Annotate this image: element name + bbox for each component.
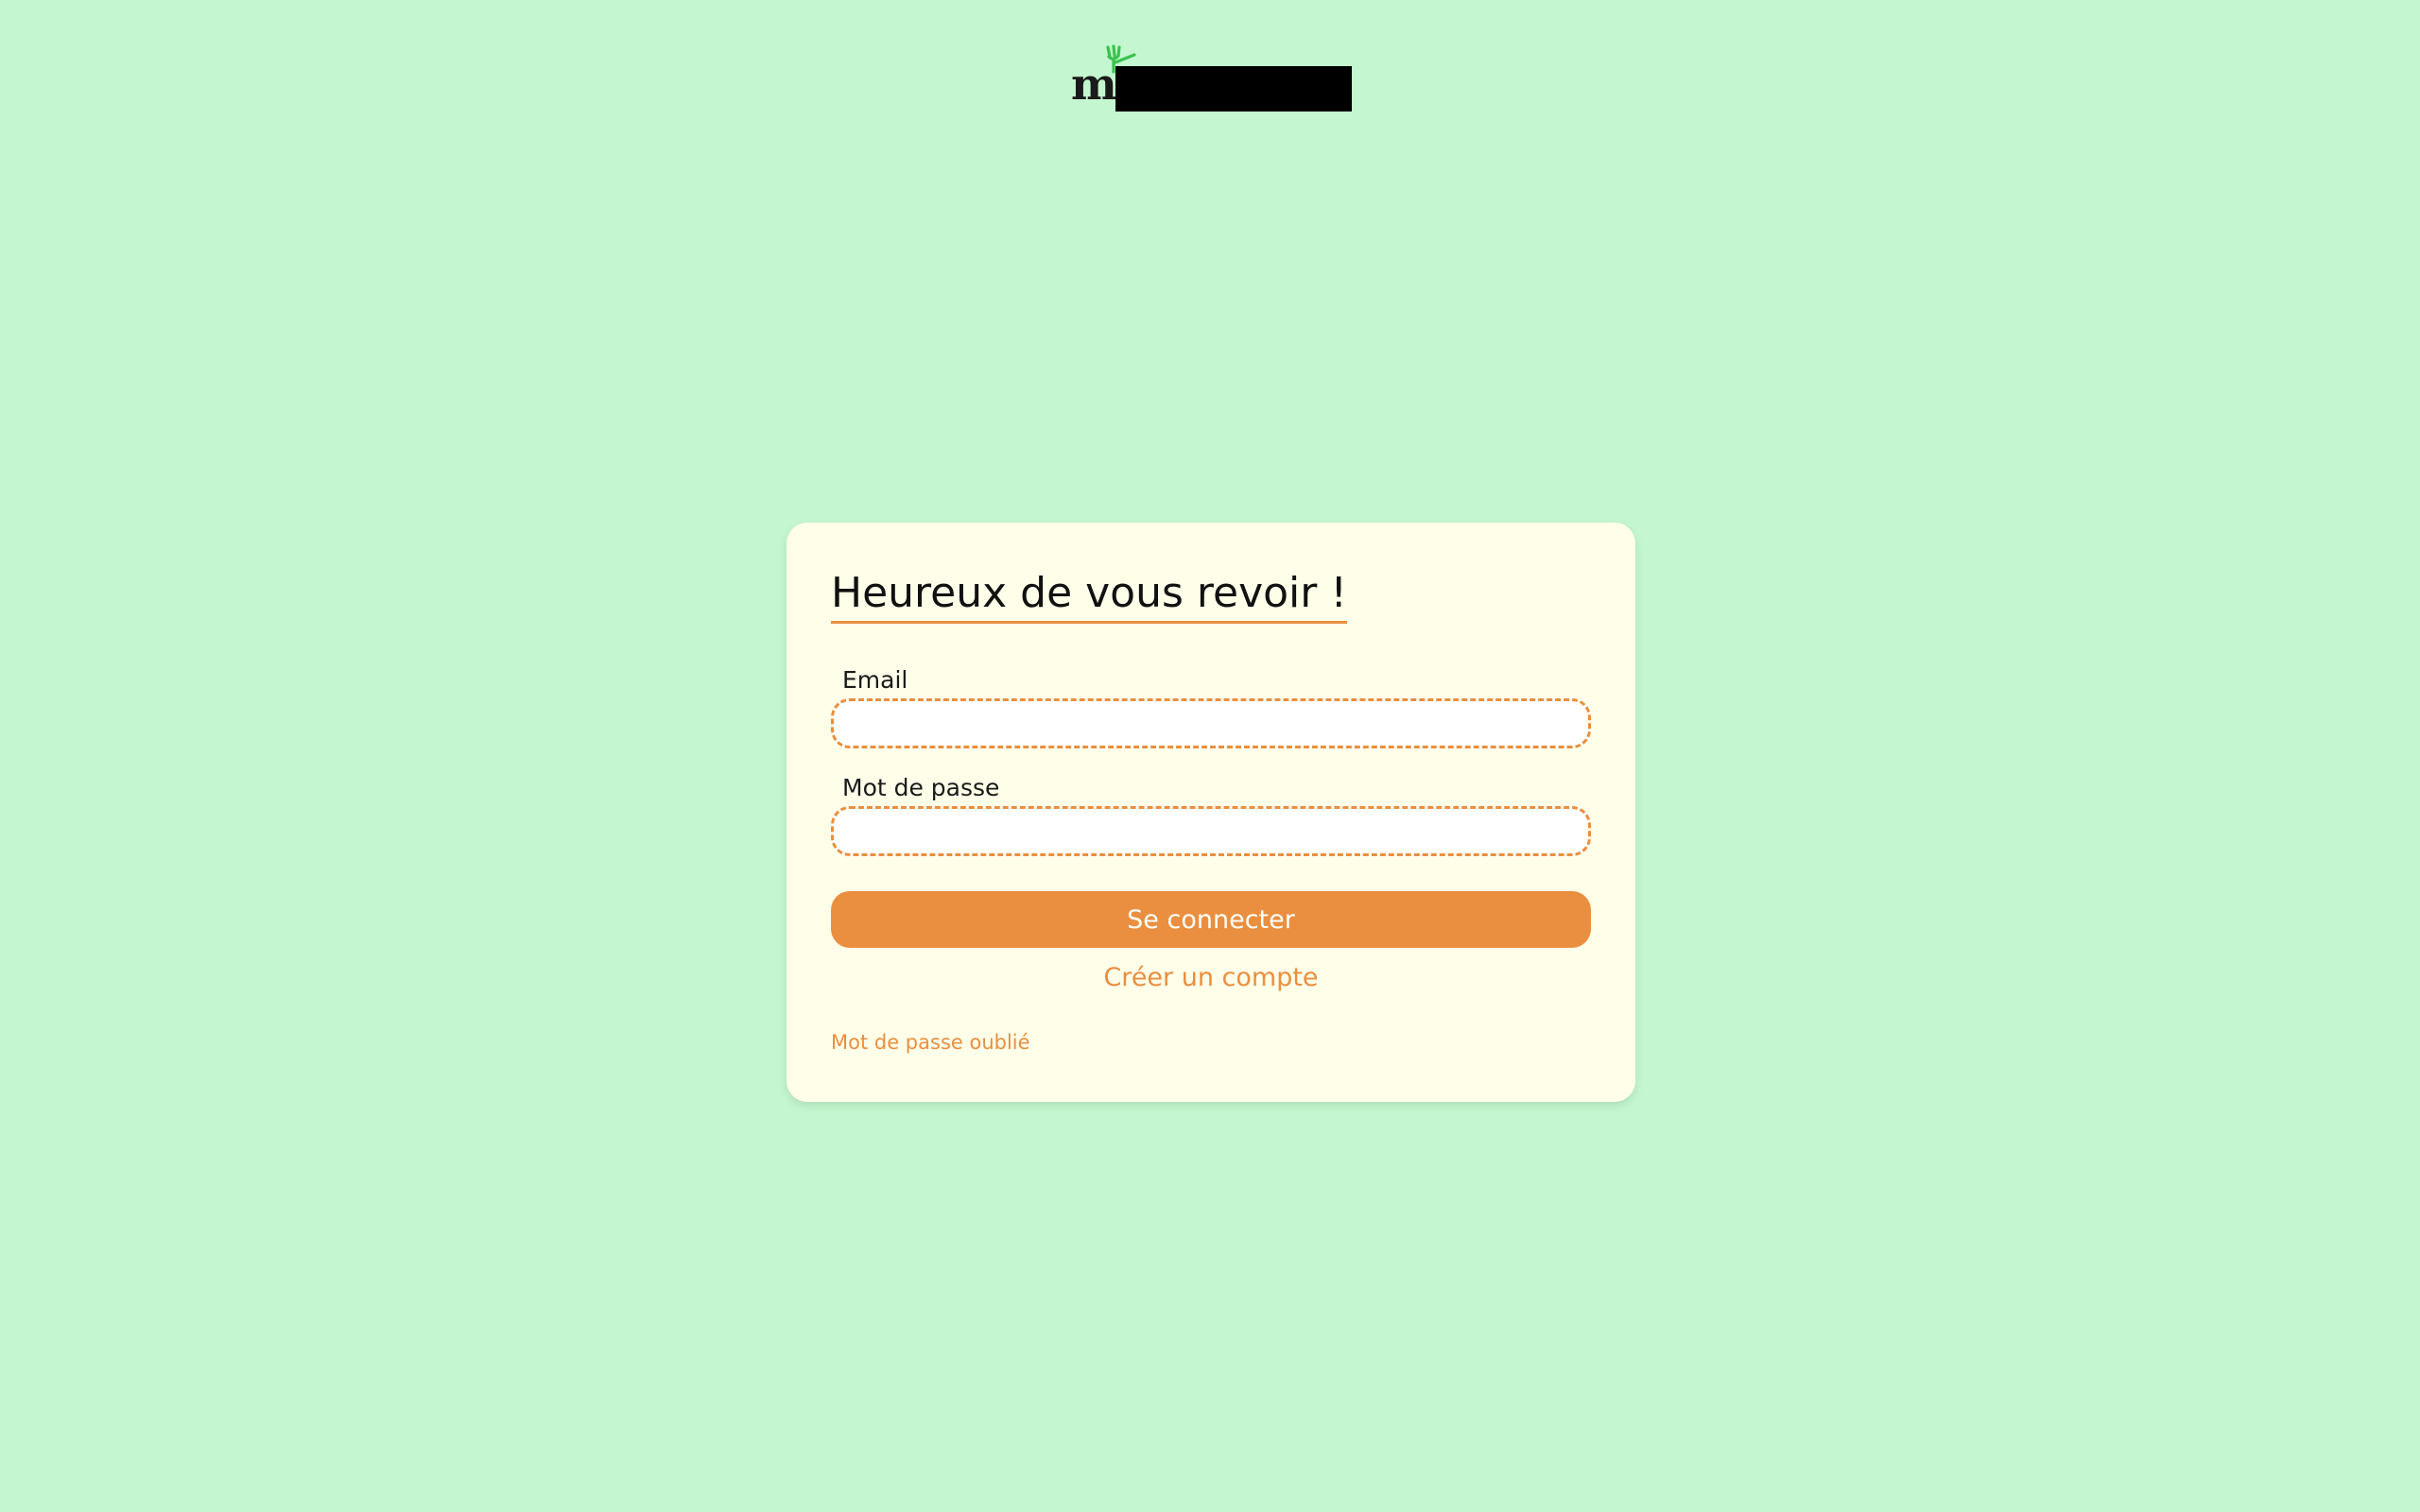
- logo-redaction: [1115, 66, 1352, 112]
- login-page: m Heureux de vous revoir ! Email Mot de …: [0, 0, 2420, 1512]
- forgot-password-link[interactable]: Mot de passe oublié: [831, 1029, 1030, 1056]
- email-field[interactable]: [831, 698, 1591, 748]
- login-card: Heureux de vous revoir ! Email Mot de pa…: [786, 523, 1635, 1102]
- login-title: Heureux de vous revoir !: [831, 566, 1347, 624]
- site-logo[interactable]: m: [1066, 43, 1355, 115]
- email-label: Email: [842, 666, 908, 694]
- login-button[interactable]: Se connecter: [831, 891, 1591, 948]
- create-account-link[interactable]: Créer un compte: [831, 961, 1591, 995]
- password-field[interactable]: [831, 806, 1591, 856]
- password-label: Mot de passe: [842, 774, 1000, 801]
